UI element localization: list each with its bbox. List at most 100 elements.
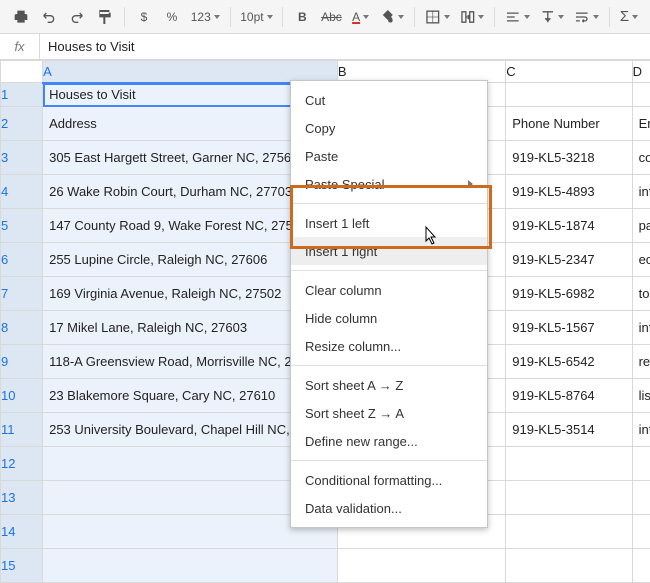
undo-icon [41, 9, 57, 25]
row-header[interactable]: 10 [1, 379, 43, 413]
fx-label: fx [0, 34, 40, 59]
row-header[interactable]: 9 [1, 345, 43, 379]
menu-sort-az[interactable]: Sort sheet A → Z [291, 371, 487, 399]
align-left-icon [505, 9, 521, 25]
cell[interactable] [337, 549, 505, 583]
menu-insert-left[interactable]: Insert 1 left [291, 209, 487, 237]
row-header[interactable]: 4 [1, 175, 43, 209]
menu-clear-column[interactable]: Clear column [291, 276, 487, 304]
row-header[interactable]: 13 [1, 481, 43, 515]
row-header[interactable]: 12 [1, 447, 43, 481]
row-header[interactable]: 1 [1, 83, 43, 107]
cell[interactable] [632, 83, 650, 107]
currency-button[interactable]: $ [131, 4, 157, 30]
column-header-c[interactable]: C [506, 61, 632, 83]
bold-button[interactable]: B [289, 4, 315, 30]
wrap-dropdown[interactable] [570, 4, 603, 30]
paint-format-button[interactable] [92, 4, 118, 30]
cell[interactable]: tom@boyla [632, 277, 650, 311]
row-header[interactable]: 5 [1, 209, 43, 243]
undo-button[interactable] [36, 4, 62, 30]
borders-icon [425, 9, 441, 25]
row-header[interactable]: 11 [1, 413, 43, 447]
cell[interactable]: info@preiss [632, 175, 650, 209]
context-menu: Cut Copy Paste Paste Special Insert 1 le… [290, 80, 488, 528]
cell[interactable] [506, 515, 632, 549]
cell[interactable]: info@leathe [632, 413, 650, 447]
percent-button[interactable]: % [159, 4, 185, 30]
menu-copy[interactable]: Copy [291, 114, 487, 142]
valign-dropdown[interactable] [536, 4, 569, 30]
row-header[interactable]: 2 [1, 107, 43, 141]
chevron-right-icon [468, 180, 473, 188]
halign-dropdown[interactable] [501, 4, 534, 30]
cell[interactable]: Phone Number [506, 107, 632, 141]
cell[interactable]: 919-KL5-8764 [506, 379, 632, 413]
menu-label: Clear column [305, 283, 382, 298]
cell[interactable] [506, 549, 632, 583]
print-button[interactable] [8, 4, 34, 30]
cell[interactable]: 919-KL5-4893 [506, 175, 632, 209]
menu-paste[interactable]: Paste [291, 142, 487, 170]
borders-dropdown[interactable] [421, 4, 454, 30]
menu-sort-za[interactable]: Sort sheet Z → A [291, 399, 487, 427]
cell[interactable]: 919-KL5-3514 [506, 413, 632, 447]
strikethrough-button[interactable]: Abc [317, 4, 345, 30]
cell[interactable]: 919-KL5-1567 [506, 311, 632, 345]
print-icon [13, 9, 29, 25]
font-size-dropdown[interactable]: 10pt [237, 4, 277, 30]
menu-insert-right[interactable]: Insert 1 right [291, 237, 487, 265]
menu-label: Data validation... [305, 501, 402, 516]
menu-define-range[interactable]: Define new range... [291, 427, 487, 455]
cell[interactable]: realty@hur [632, 345, 650, 379]
row-header[interactable]: 6 [1, 243, 43, 277]
functions-dropdown[interactable]: Σ [616, 4, 642, 30]
cell[interactable]: 919-KL5-6542 [506, 345, 632, 379]
menu-resize-column[interactable]: Resize column... [291, 332, 487, 360]
cell[interactable]: 919-KL5-6982 [506, 277, 632, 311]
menu-data-validation[interactable]: Data validation... [291, 494, 487, 522]
row-header[interactable]: 8 [1, 311, 43, 345]
cell[interactable] [632, 549, 650, 583]
text-color-label: A [352, 10, 360, 24]
row-header[interactable]: 14 [1, 515, 43, 549]
menu-separator [291, 365, 487, 366]
formula-input[interactable] [40, 34, 650, 59]
cell[interactable] [43, 549, 338, 583]
cell[interactable]: 919-KL5-3218 [506, 141, 632, 175]
cell[interactable]: partners@h [632, 209, 650, 243]
currency-label: $ [141, 10, 148, 24]
merge-dropdown[interactable] [456, 4, 489, 30]
menu-cut[interactable]: Cut [291, 86, 487, 114]
cell[interactable]: lisa@fmrea [632, 379, 650, 413]
menu-label: Hide column [305, 311, 377, 326]
row-header[interactable]: 15 [1, 549, 43, 583]
menu-paste-special[interactable]: Paste Special [291, 170, 487, 198]
number-format-dropdown[interactable]: 123 [187, 4, 224, 30]
menu-label: Conditional formatting... [305, 473, 442, 488]
fill-color-dropdown[interactable] [376, 4, 409, 30]
menu-label: Insert 1 left [305, 216, 369, 231]
cell[interactable]: Email [632, 107, 650, 141]
cell[interactable]: ecrealty@e [632, 243, 650, 277]
cell[interactable] [632, 447, 650, 481]
cell[interactable] [506, 83, 632, 107]
redo-button[interactable] [64, 4, 90, 30]
cell[interactable] [632, 515, 650, 549]
text-color-dropdown[interactable]: A [348, 4, 374, 30]
cell[interactable]: 919-KL5-1874 [506, 209, 632, 243]
column-header-d[interactable]: D [632, 61, 650, 83]
menu-label: Define new range... [305, 434, 418, 449]
cell[interactable] [506, 447, 632, 481]
row-header[interactable]: 7 [1, 277, 43, 311]
cell[interactable]: contact@s [632, 141, 650, 175]
cell[interactable]: 919-KL5-2347 [506, 243, 632, 277]
menu-hide-column[interactable]: Hide column [291, 304, 487, 332]
row-header[interactable]: 3 [1, 141, 43, 175]
cell[interactable] [506, 481, 632, 515]
menu-conditional-formatting[interactable]: Conditional formatting... [291, 466, 487, 494]
cell[interactable]: info@glena [632, 311, 650, 345]
select-all-corner[interactable] [1, 61, 43, 83]
cell[interactable] [632, 481, 650, 515]
menu-label: Cut [305, 93, 325, 108]
